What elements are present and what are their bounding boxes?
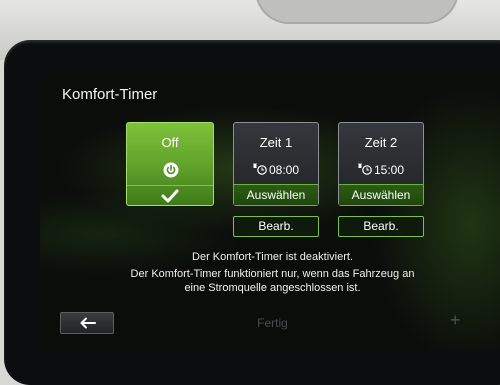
infotainment-screen: Komfort-Timer Off Zeit 1 08:00 Auswählen… [40,74,500,350]
timer-time: 08:00 [268,163,300,177]
plug-clock-icon [358,163,372,175]
info-message: Der Komfort-Timer funktioniert nur, wenn… [40,267,500,295]
status-message: Der Komfort-Timer ist deaktiviert. [192,251,353,263]
checkmark-icon [161,189,179,203]
plus-icon[interactable]: + [450,310,461,331]
select-button-zeit-2[interactable]: Auswählen [339,184,423,205]
info-message-line-1: Der Komfort-Timer funktioniert nur, wenn… [130,268,415,280]
edit-button-zeit-2[interactable]: Bearb. [338,216,424,237]
timer-card-zeit-2[interactable]: Zeit 2 15:00 Auswählen [338,122,424,206]
timer-time: 15:00 [373,163,405,177]
info-message-line-2: eine Stromquelle angeschlossen ist. [184,282,361,294]
timer-label: Zeit 1 [259,135,293,150]
done-button[interactable]: Fertig [40,316,500,330]
page-title: Komfort-Timer [62,86,158,103]
off-card[interactable]: Off [126,122,214,206]
off-divider [127,185,213,186]
plug-clock-icon [253,163,267,175]
timer-card-zeit-1[interactable]: Zeit 1 08:00 Auswählen [233,122,319,206]
edit-button-zeit-1[interactable]: Bearb. [233,216,319,237]
timer-label: Zeit 2 [364,135,398,150]
air-vent [255,0,459,24]
select-button-zeit-1[interactable]: Auswählen [234,184,318,205]
timer-time-row: 15:00 [339,163,423,177]
off-label: Off [161,135,179,150]
power-icon [163,162,179,178]
timer-time-row: 08:00 [234,163,318,177]
